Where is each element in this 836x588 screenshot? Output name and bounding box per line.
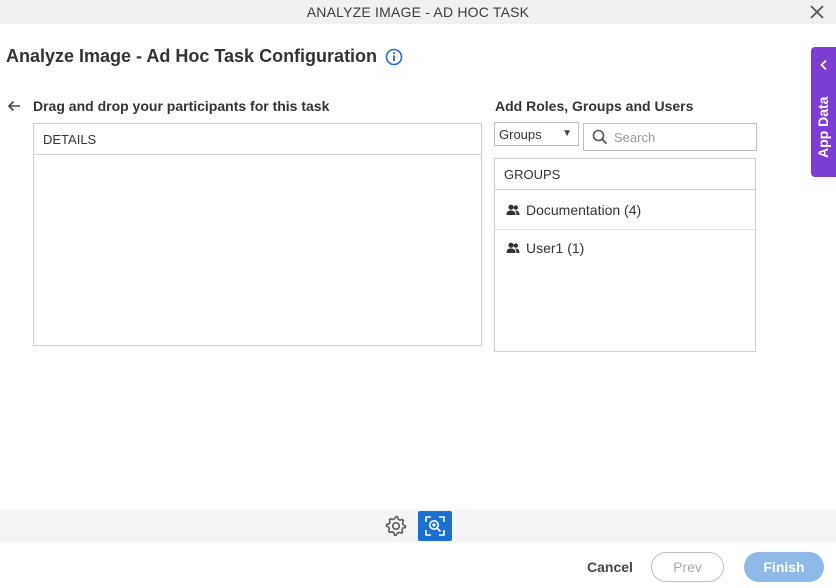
groups-header: GROUPS xyxy=(495,159,755,190)
page-title: Analyze Image - Ad Hoc Task Configuratio… xyxy=(6,46,378,66)
add-roles-label: Add Roles, Groups and Users xyxy=(495,98,694,114)
type-select[interactable]: Groups ▼ xyxy=(494,122,579,146)
bottom-toolbar xyxy=(0,510,836,542)
page-title-row: Analyze Image - Ad Hoc Task Configuratio… xyxy=(6,46,403,67)
gear-icon[interactable] xyxy=(384,514,408,538)
details-drop-zone[interactable]: DETAILS xyxy=(33,123,482,346)
caret-down-icon: ▼ xyxy=(562,128,572,139)
search-icon xyxy=(592,129,608,145)
image-scan-icon xyxy=(425,516,445,536)
group-item-label: Documentation (4) xyxy=(526,201,642,218)
group-icon xyxy=(506,242,520,253)
chevron-left-icon xyxy=(820,59,827,71)
footer: Cancel Prev Finish xyxy=(0,542,836,588)
group-item-label: User1 (1) xyxy=(526,240,585,256)
info-icon[interactable] xyxy=(385,48,403,66)
group-icon xyxy=(506,204,520,215)
window-title: ANALYZE IMAGE - AD HOC TASK xyxy=(306,4,530,20)
close-icon[interactable] xyxy=(808,3,826,21)
prev-button[interactable]: Prev xyxy=(651,552,724,582)
search-input[interactable] xyxy=(614,129,754,145)
search-field[interactable] xyxy=(583,123,757,151)
app-data-tab[interactable]: App Data xyxy=(811,47,836,177)
type-select-value: Groups xyxy=(499,126,542,142)
group-item-user1[interactable]: User1 (1) xyxy=(495,230,755,266)
window-titlebar: ANALYZE IMAGE - AD HOC TASK xyxy=(0,0,836,24)
back-arrow-icon[interactable] xyxy=(6,98,22,114)
groups-list: GROUPS Documentation (4) User1 (1) xyxy=(494,158,756,352)
participants-label: Drag and drop your participants for this… xyxy=(33,98,330,114)
group-item-documentation[interactable]: Documentation (4) xyxy=(495,190,755,230)
app-data-label: App Data xyxy=(815,96,831,158)
finish-button[interactable]: Finish xyxy=(744,552,824,582)
cancel-button[interactable]: Cancel xyxy=(587,559,633,575)
details-header: DETAILS xyxy=(34,124,481,155)
analyze-image-tool-button[interactable] xyxy=(418,511,452,541)
